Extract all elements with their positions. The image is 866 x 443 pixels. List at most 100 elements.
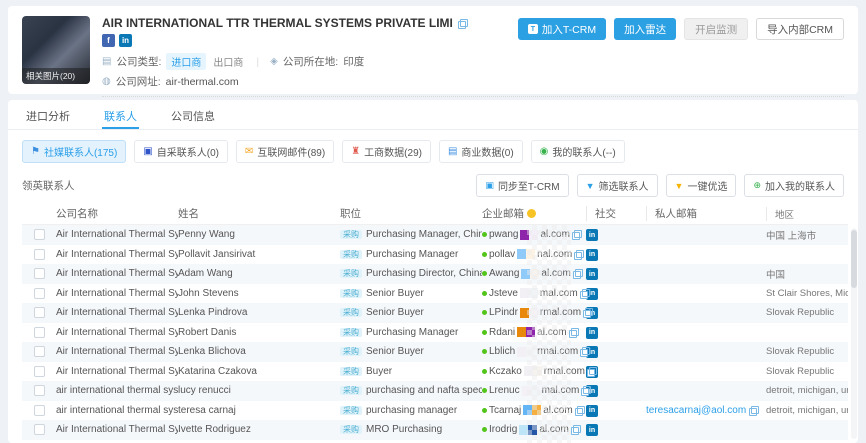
company-location-value: 印度 — [343, 54, 364, 69]
social-cell: in — [582, 385, 646, 398]
one-click-optimize-button[interactable]: ▼一键优选 — [666, 174, 737, 197]
personal-email-text[interactable]: teresacarnaj@aol.com — [646, 405, 746, 416]
related-images-label[interactable]: 相关图片(20) — [22, 68, 90, 84]
facebook-icon[interactable]: f — [102, 34, 115, 47]
add-tcrm-icon: T — [528, 24, 538, 34]
copy-email-icon[interactable] — [583, 308, 592, 317]
row-checkbox-cell — [22, 249, 56, 260]
copy-email-icon[interactable] — [574, 250, 583, 259]
subtab-business-registry-data[interactable]: ♜工商数据(29) — [342, 140, 431, 163]
social-cell: in — [582, 424, 646, 437]
job-title-text: Purchasing Director, China — [366, 268, 482, 279]
company-name-cell: air international thermal systems — [56, 385, 178, 396]
job-title-cell: 采购purchasing and nafta specialist — [340, 385, 482, 396]
subtab-internet-emails[interactable]: ✉互联网邮件(89) — [236, 140, 334, 163]
filter-contacts-button[interactable]: ▼筛选联系人 — [577, 174, 658, 197]
copy-email-icon[interactable] — [581, 386, 590, 395]
linkedin-profile-icon[interactable]: in — [586, 327, 598, 339]
row-checkbox[interactable] — [34, 424, 45, 435]
linkedin-profile-icon[interactable]: in — [586, 268, 598, 280]
column-header-私人邮箱: 私人邮箱 — [646, 206, 766, 221]
company-email-cell: pwangal.com — [482, 229, 582, 240]
mask-block — [522, 386, 531, 396]
email-suffix: al.com — [540, 229, 569, 240]
table-header-row: 公司名称姓名职位企业邮箱社交私人邮箱地区 — [22, 203, 848, 225]
mask-block — [526, 249, 535, 259]
verified-dot-icon — [482, 388, 487, 393]
job-title-cell: 采购Purchasing Manager — [340, 249, 482, 260]
mask-block — [517, 347, 526, 357]
column-header-职位: 职位 — [340, 206, 482, 221]
subtab-label: 商业数据(0) — [461, 144, 513, 159]
company-header-card: 相关图片(20) AIR INTERNATIONAL TTR THERMAL S… — [8, 6, 858, 94]
email-mask — [522, 386, 540, 396]
mask-block — [517, 249, 526, 259]
header-text: 姓名 — [178, 206, 199, 221]
linkedin-profile-icon[interactable]: in — [586, 405, 598, 417]
social-cell: in — [582, 229, 646, 242]
tab-company-info[interactable]: 公司信息 — [169, 100, 217, 129]
company-name-cell: Air International Thermal Systems — [56, 249, 178, 260]
verified-dot-icon — [482, 271, 487, 276]
verified-dot-icon — [482, 330, 487, 335]
company-website-value[interactable]: air-thermal.com — [166, 76, 239, 88]
job-title-text: Purchasing Manager, China — [366, 229, 482, 240]
linkedin-profile-icon[interactable]: in — [586, 424, 598, 436]
row-checkbox[interactable] — [34, 307, 45, 318]
row-checkbox[interactable] — [34, 268, 45, 279]
table-row: Air International Thermal SystemsJohn St… — [22, 284, 848, 304]
importer-tag[interactable]: 进口商 — [166, 53, 206, 70]
copy-email-icon[interactable] — [569, 328, 578, 337]
row-checkbox[interactable] — [34, 288, 45, 299]
social-cell: in — [582, 346, 646, 359]
row-checkbox-cell — [22, 288, 56, 299]
row-checkbox[interactable] — [34, 385, 45, 396]
copy-email-icon[interactable] — [587, 367, 596, 376]
add-tcrm-button[interactable]: T加入T-CRM — [518, 18, 606, 40]
tab-import-analysis[interactable]: 进口分析 — [24, 100, 72, 129]
mask-block — [521, 269, 530, 279]
email-suffix: nal.com — [537, 249, 572, 260]
copy-personal-email-icon[interactable] — [749, 406, 758, 415]
table-scrollbar-thumb[interactable] — [851, 230, 857, 288]
copy-email-icon[interactable] — [575, 406, 584, 415]
row-checkbox[interactable] — [34, 405, 45, 416]
row-checkbox[interactable] — [34, 346, 45, 357]
start-monitor-button[interactable]: 开启监测 — [684, 18, 748, 40]
column-header-label: 姓名 — [178, 206, 340, 221]
linkedin-icon[interactable]: in — [119, 34, 132, 47]
header-text: 地区 — [775, 207, 794, 221]
row-checkbox[interactable] — [34, 327, 45, 338]
subtab-commercial-data[interactable]: ▤商业数据(0) — [439, 140, 523, 163]
sync-to-tcrm-label: 同步至T-CRM — [498, 178, 560, 193]
import-internal-crm-button[interactable]: 导入内部CRM — [756, 18, 844, 40]
email-prefix: Lrenuc — [489, 385, 520, 396]
copy-email-icon[interactable] — [572, 230, 581, 239]
company-name-cell: Air International Thermal Systems — [56, 424, 178, 435]
copy-company-name-icon[interactable] — [458, 19, 467, 28]
subtab-social-media-contacts[interactable]: ⚑社媒联系人(175) — [22, 140, 126, 163]
company-name-cell: Air International Thermal Systems — [56, 229, 178, 240]
contact-name-cell: Pollavit Jansirivat — [178, 249, 340, 260]
job-title-cell: 采购Purchasing Manager — [340, 327, 482, 338]
subtab-self-collected-contacts[interactable]: ▣自采联系人(0) — [134, 140, 228, 163]
company-email-cell: Lrenucmal.com — [482, 385, 582, 396]
company-email-cell: LPindrrmal.com — [482, 307, 582, 318]
linkedin-profile-icon[interactable]: in — [586, 249, 598, 261]
add-to-my-contacts-button[interactable]: ⊕加入我的联系人 — [744, 174, 844, 197]
copy-email-icon[interactable] — [580, 289, 589, 298]
sync-to-tcrm-button[interactable]: ▣同步至T-CRM — [476, 174, 568, 197]
tab-contacts[interactable]: 联系人 — [102, 100, 139, 129]
add-radar-button[interactable]: 加入雷达 — [614, 18, 676, 40]
copy-email-icon[interactable] — [571, 425, 580, 434]
row-checkbox[interactable] — [34, 366, 45, 377]
company-email-cell: pollavnal.com — [482, 249, 582, 260]
subtab-my-contacts[interactable]: ◉我的联系人(--) — [531, 140, 625, 163]
linkedin-profile-icon[interactable]: in — [586, 229, 598, 241]
column-header-label: 地区 — [766, 207, 848, 221]
exporter-tag[interactable]: 出口商 — [211, 53, 245, 70]
copy-email-icon[interactable] — [573, 269, 582, 278]
row-checkbox[interactable] — [34, 229, 45, 240]
row-checkbox[interactable] — [34, 249, 45, 260]
copy-email-icon[interactable] — [580, 347, 589, 356]
